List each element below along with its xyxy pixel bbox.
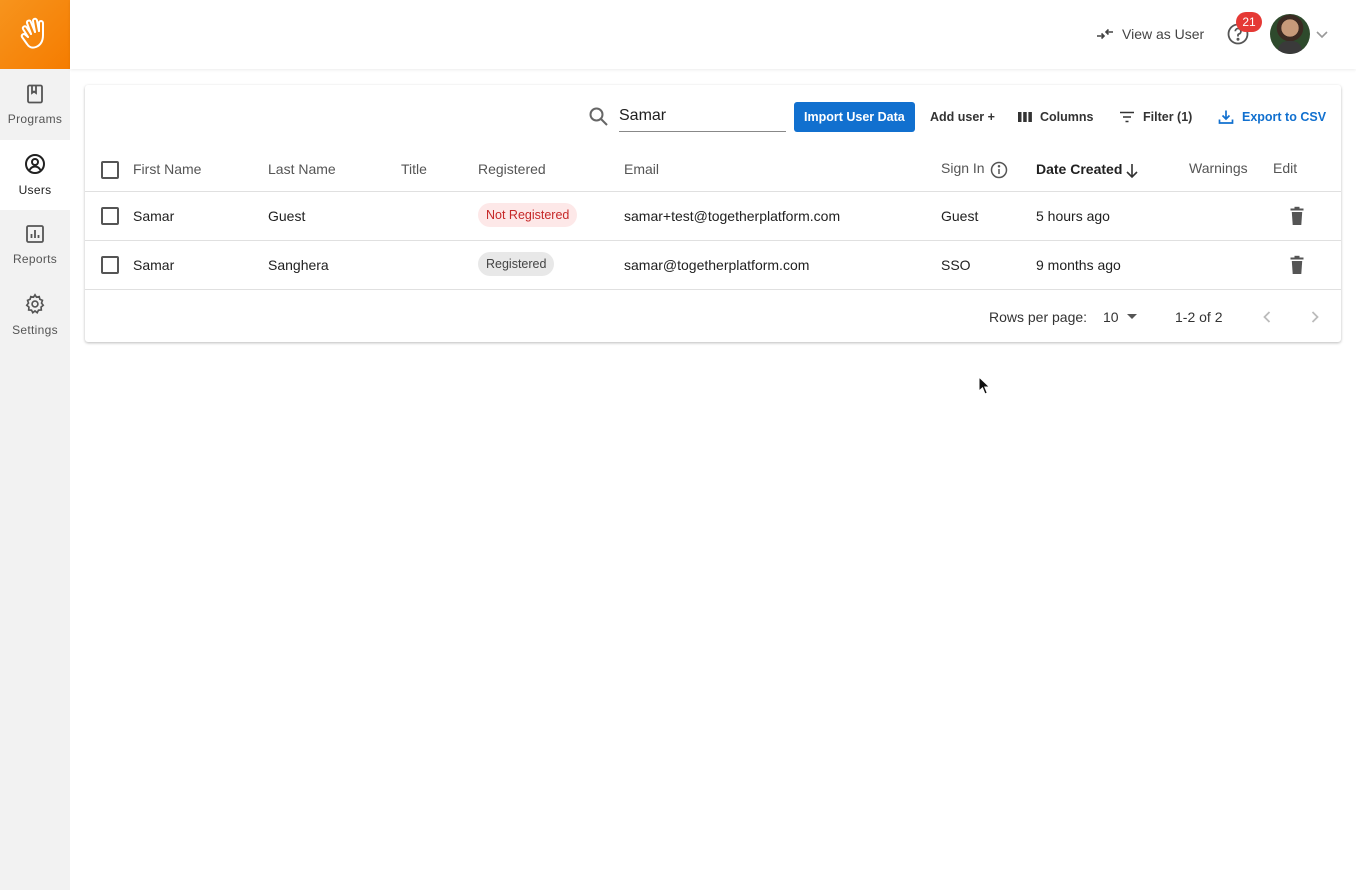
pagination-range: 1-2 of 2 (1175, 309, 1223, 325)
arrow-down-icon[interactable] (1125, 163, 1139, 179)
filter-icon (1120, 111, 1134, 123)
mouse-cursor-icon (978, 376, 991, 395)
cell-email: samar@togetherplatform.com (624, 257, 810, 273)
sidebar-item-programs[interactable]: Programs (0, 70, 70, 140)
rows-per-page-select[interactable]: 10 (1103, 306, 1137, 328)
filter-label: Filter (1) (1143, 110, 1193, 124)
bar-chart-icon (26, 225, 44, 243)
info-icon[interactable] (990, 161, 1008, 179)
column-header-first-name[interactable]: First Name (133, 161, 201, 177)
status-badge: Registered (478, 252, 555, 276)
view-as-user-button[interactable]: View as User (1096, 22, 1204, 46)
chevron-down-icon[interactable] (1314, 26, 1330, 42)
row-checkbox[interactable] (101, 256, 119, 274)
divider (85, 289, 1341, 290)
notification-badge: 21 (1236, 12, 1262, 32)
select-all-checkbox[interactable] (101, 161, 119, 179)
add-user-button[interactable]: Add user + (930, 102, 995, 132)
column-header-registered[interactable]: Registered (478, 161, 546, 177)
gear-icon (25, 293, 45, 314)
caret-down-icon (1126, 314, 1137, 319)
chevron-right-icon[interactable] (1303, 305, 1327, 329)
columns-label: Columns (1040, 110, 1094, 124)
sidebar-item-label: Settings (12, 323, 58, 337)
waving-hand-icon (20, 17, 44, 49)
status-badge: Not Registered (478, 203, 578, 227)
columns-button[interactable]: Columns (1018, 102, 1093, 132)
trash-icon[interactable] (1287, 206, 1307, 226)
export-csv-button[interactable]: Export to CSV (1218, 102, 1326, 132)
cell-last-name: Sanghera (268, 257, 329, 273)
sidebar-item-users[interactable]: Users (0, 140, 70, 210)
sidebar-item-reports[interactable]: Reports (0, 210, 70, 280)
column-header-title[interactable]: Title (401, 161, 427, 177)
cell-sign-in: SSO (941, 257, 971, 273)
filter-button[interactable]: Filter (1) (1119, 102, 1192, 132)
sidebar-item-label: Users (18, 183, 52, 197)
search-icon (589, 107, 608, 126)
column-header-email[interactable]: Email (624, 161, 659, 177)
column-header-edit: Edit (1273, 160, 1298, 176)
cell-last-name: Guest (268, 208, 306, 224)
column-header-warnings: Warnings (1189, 160, 1248, 176)
sidebar-item-label: Reports (12, 252, 58, 266)
cell-date-created: 5 hours ago (1036, 208, 1110, 224)
import-user-data-button[interactable]: Import User Data (794, 102, 915, 132)
sidebar-item-settings[interactable]: Settings (0, 280, 70, 350)
book-icon (27, 84, 43, 104)
rows-per-page-value: 10 (1103, 309, 1119, 325)
add-user-label: Add user + (930, 110, 995, 124)
sidebar-item-label: Programs (7, 112, 63, 126)
row-checkbox[interactable] (101, 207, 119, 225)
users-table-card: Import User Data Add user + Columns Filt… (85, 85, 1341, 342)
rows-per-page-label: Rows per page: (989, 309, 1088, 325)
download-icon (1218, 110, 1234, 124)
top-header: View as User 21 (70, 0, 1356, 69)
cell-date-created: 9 months ago (1036, 257, 1121, 273)
chevron-left-icon[interactable] (1255, 305, 1279, 329)
divider (85, 191, 1341, 192)
app-logo[interactable] (0, 0, 70, 69)
trash-icon[interactable] (1287, 255, 1307, 275)
user-circle-icon (25, 154, 45, 174)
cell-first-name: Samar (133, 208, 175, 224)
column-header-sign-in[interactable]: Sign In (941, 160, 985, 176)
cell-sign-in: Guest (941, 208, 979, 224)
sidebar: Programs Users Reports Settings (0, 0, 70, 890)
search-input[interactable] (619, 102, 786, 132)
view-as-user-label: View as User (1122, 26, 1205, 42)
column-header-last-name[interactable]: Last Name (268, 161, 336, 177)
divider (85, 240, 1341, 241)
swap-arrows-icon (1097, 28, 1113, 40)
columns-icon (1018, 112, 1032, 122)
avatar[interactable] (1270, 14, 1310, 54)
export-csv-label: Export to CSV (1242, 110, 1327, 124)
cell-first-name: Samar (133, 257, 175, 273)
cell-email: samar+test@togetherplatform.com (624, 208, 841, 224)
column-header-date-created[interactable]: Date Created (1036, 161, 1122, 177)
